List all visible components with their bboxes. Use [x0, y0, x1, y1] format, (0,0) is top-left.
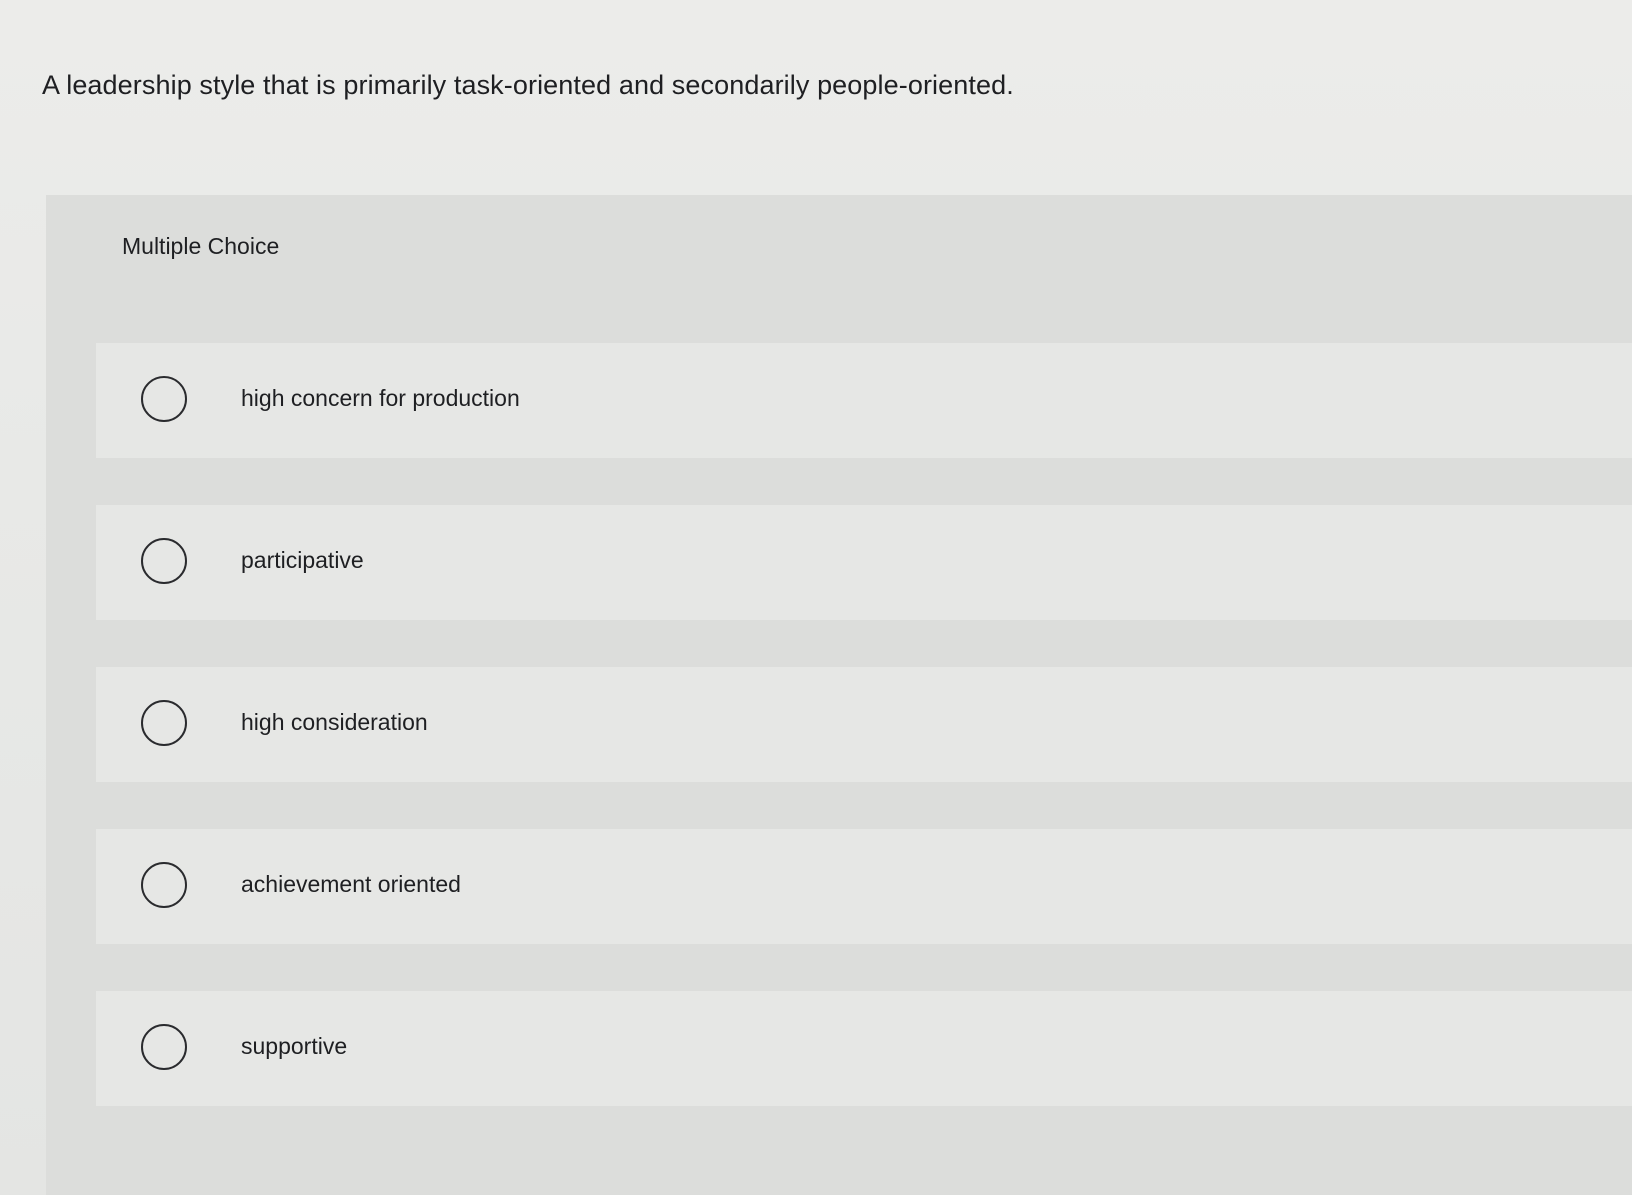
choice-option-2[interactable]: participative [96, 505, 1632, 620]
panel-header: Multiple Choice [122, 233, 280, 259]
radio-button-1[interactable] [141, 376, 187, 422]
choice-option-5[interactable]: supportive [96, 991, 1632, 1106]
choice-list: high concern for production participativ… [96, 343, 1632, 1153]
multiple-choice-panel: Multiple Choice high concern for product… [46, 195, 1632, 1195]
choice-label-4: achievement oriented [241, 871, 461, 897]
choice-label-1: high concern for production [241, 385, 520, 411]
choice-label-3: high consideration [241, 709, 428, 735]
choice-option-3[interactable]: high consideration [96, 667, 1632, 782]
radio-button-3[interactable] [141, 700, 187, 746]
choice-label-2: participative [241, 547, 364, 573]
choice-option-4[interactable]: achievement oriented [96, 829, 1632, 944]
choice-option-1[interactable]: high concern for production [96, 343, 1632, 458]
radio-button-5[interactable] [141, 1024, 187, 1070]
choice-label-5: supportive [241, 1033, 348, 1059]
radio-button-2[interactable] [141, 538, 187, 584]
page: A leadership style that is primarily tas… [0, 0, 1632, 1195]
question-text: A leadership style that is primarily tas… [42, 70, 1014, 100]
radio-button-4[interactable] [141, 862, 187, 908]
